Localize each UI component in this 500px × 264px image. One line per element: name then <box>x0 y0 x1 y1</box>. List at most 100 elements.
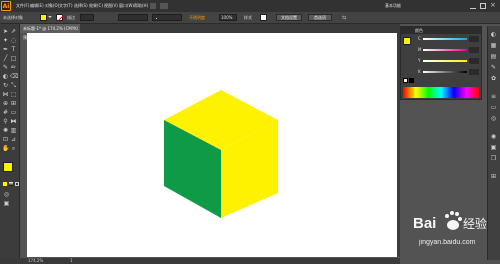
arrange-documents-icon[interactable] <box>160 3 168 9</box>
artboard-number[interactable]: 1 <box>70 258 73 264</box>
mesh-tool-icon[interactable]: # <box>2 109 9 116</box>
close-icon[interactable]: × <box>490 1 498 9</box>
stroke-swatch[interactable] <box>56 14 65 23</box>
symbol-sprayer-icon[interactable]: ✺ <box>2 127 9 134</box>
artboards-icon[interactable]: ⊞ <box>489 172 498 181</box>
chevron-down-icon[interactable] <box>48 16 52 19</box>
brush-tool-icon[interactable]: ✎ <box>2 64 9 71</box>
channel-k-value[interactable] <box>469 69 479 75</box>
slice-tool-icon[interactable]: ⊿ <box>10 136 17 143</box>
variable-width-dropdown[interactable] <box>118 14 148 21</box>
width-tool-icon[interactable]: ⋈ <box>2 91 9 98</box>
style-swatch[interactable] <box>260 14 267 21</box>
menu-help[interactable]: 帮助(H) <box>134 2 148 10</box>
menu-type[interactable]: 文字(T) <box>59 2 73 10</box>
artboard[interactable] <box>27 33 397 257</box>
zoom-level[interactable]: 174.2% <box>28 258 43 264</box>
watermark: Bai 经验 jingyan.baidu.com <box>405 200 500 260</box>
scale-tool-icon[interactable]: ⤡ <box>10 82 17 89</box>
stroke-weight-field[interactable] <box>80 14 94 21</box>
channel-c-value[interactable] <box>469 36 479 42</box>
artboard-tool-icon[interactable]: ⊡ <box>2 136 9 143</box>
document-tab[interactable]: 未标题-1* @ 174.2% (CMYK/预览) <box>20 24 80 40</box>
menu-effect[interactable]: 效果(C) <box>89 2 103 10</box>
channel-k-slider[interactable] <box>423 71 467 73</box>
document-setup-button[interactable]: 文档设置 <box>276 14 302 21</box>
brushes-icon[interactable]: ✎ <box>489 63 498 72</box>
preferences-button[interactable]: 首选项 <box>308 14 332 21</box>
layers-icon[interactable]: ❐ <box>489 154 498 163</box>
channel-m-slider[interactable] <box>423 49 467 51</box>
menu-bar: Ai 文件(F) 编辑(E) 对象(O) 文字(T) 选择(S) 效果(C) 视… <box>0 0 500 12</box>
menu-file[interactable]: 文件(F) <box>16 2 29 10</box>
perspective-grid-icon[interactable]: ⊞ <box>10 100 17 107</box>
channel-y-value[interactable] <box>469 58 479 64</box>
direct-selection-tool-icon[interactable]: ⇗ <box>10 28 17 35</box>
bridge-icon[interactable] <box>150 3 156 9</box>
menu-edit[interactable]: 编辑(E) <box>30 2 44 10</box>
screen-mode-icon[interactable]: ▣ <box>3 200 10 207</box>
stroke-panel-icon[interactable]: ≡ <box>489 92 498 101</box>
blob-brush-icon[interactable]: ◐ <box>2 73 9 80</box>
color-spectrum[interactable] <box>403 87 479 98</box>
line-tool-icon[interactable]: ╱ <box>2 55 9 62</box>
opacity-field[interactable]: 100% <box>219 14 237 21</box>
gradient-mode-icon[interactable] <box>9 182 13 186</box>
black-swatch[interactable] <box>409 78 414 83</box>
fill-color-box[interactable] <box>3 162 13 172</box>
white-swatch[interactable] <box>403 78 408 83</box>
shape-builder-icon[interactable]: ⊕ <box>2 100 9 107</box>
color-mode-icon[interactable] <box>3 182 7 186</box>
fill-swatch[interactable] <box>40 14 47 21</box>
hand-tool-icon[interactable]: ✋ <box>2 145 9 152</box>
appearance-icon[interactable]: ◉ <box>489 132 498 141</box>
workspace-switcher[interactable]: 基本功能 <box>385 2 401 10</box>
transparency-icon[interactable]: ◎ <box>489 114 498 123</box>
zoom-tool-icon[interactable]: ⌕ <box>10 145 17 152</box>
pen-tool-icon[interactable]: ✒ <box>2 46 9 53</box>
none-mode-icon[interactable] <box>15 182 19 186</box>
rectangle-tool-icon[interactable]: □ <box>10 55 17 62</box>
opacity-label[interactable]: 不透明度 <box>189 14 205 22</box>
menu-object[interactable]: 对象(O) <box>45 2 59 10</box>
artwork <box>164 90 278 218</box>
draw-mode-icon[interactable]: ◎ <box>3 191 10 198</box>
menu-window[interactable]: 窗口(W) <box>119 2 134 10</box>
app-logo: Ai <box>1 1 11 11</box>
menu-select[interactable]: 选择(S) <box>74 2 88 10</box>
channel-k-label: K <box>418 69 421 74</box>
graphic-styles-icon[interactable]: ▣ <box>489 143 498 152</box>
magic-wand-icon[interactable]: ✦ <box>2 37 9 44</box>
channel-c-slider[interactable] <box>423 38 467 40</box>
eyedropper-icon[interactable]: ⚲ <box>2 118 9 125</box>
type-tool-icon[interactable]: T <box>10 46 17 53</box>
watermark-brand: Bai <box>413 215 436 232</box>
rotate-tool-icon[interactable]: ↻ <box>2 82 9 89</box>
maximize-icon[interactable] <box>480 3 486 9</box>
channel-y-slider[interactable] <box>423 60 467 62</box>
gradient-panel-icon[interactable]: ▭ <box>489 103 498 112</box>
lasso-icon[interactable]: ◌ <box>10 37 17 44</box>
swatches-icon[interactable]: ▤ <box>489 52 498 61</box>
symbols-icon[interactable]: ✿ <box>489 74 498 83</box>
color-panel-title[interactable]: 颜色 <box>401 27 481 34</box>
channel-y-label: Y <box>418 58 421 63</box>
panel-fill-swatch[interactable] <box>403 37 411 45</box>
blend-tool-icon[interactable]: ⧓ <box>10 118 17 125</box>
minimize-icon[interactable] <box>470 3 476 9</box>
color-panel-icon[interactable]: ◐ <box>489 30 498 39</box>
menu-view[interactable]: 视图(V) <box>104 2 118 10</box>
color-panel: 颜色 C M Y K <box>400 26 482 100</box>
eraser-tool-icon[interactable]: ⌫ <box>10 73 18 80</box>
selection-tool-icon[interactable]: ➤ <box>2 28 9 35</box>
arrange-icon[interactable]: ⇆ <box>342 15 348 21</box>
pencil-tool-icon[interactable]: ✏ <box>10 64 17 71</box>
channel-m-label: M <box>418 47 422 52</box>
gradient-tool-icon[interactable]: ▭ <box>10 109 17 116</box>
brush-dropdown[interactable] <box>152 14 182 21</box>
free-transform-icon[interactable]: ⬚ <box>10 91 17 98</box>
channel-m-value[interactable] <box>469 47 479 53</box>
color-guide-icon[interactable]: ▦ <box>489 41 498 50</box>
watermark-brand2: 经验 <box>463 216 487 231</box>
graph-tool-icon[interactable]: ▥ <box>10 127 17 134</box>
